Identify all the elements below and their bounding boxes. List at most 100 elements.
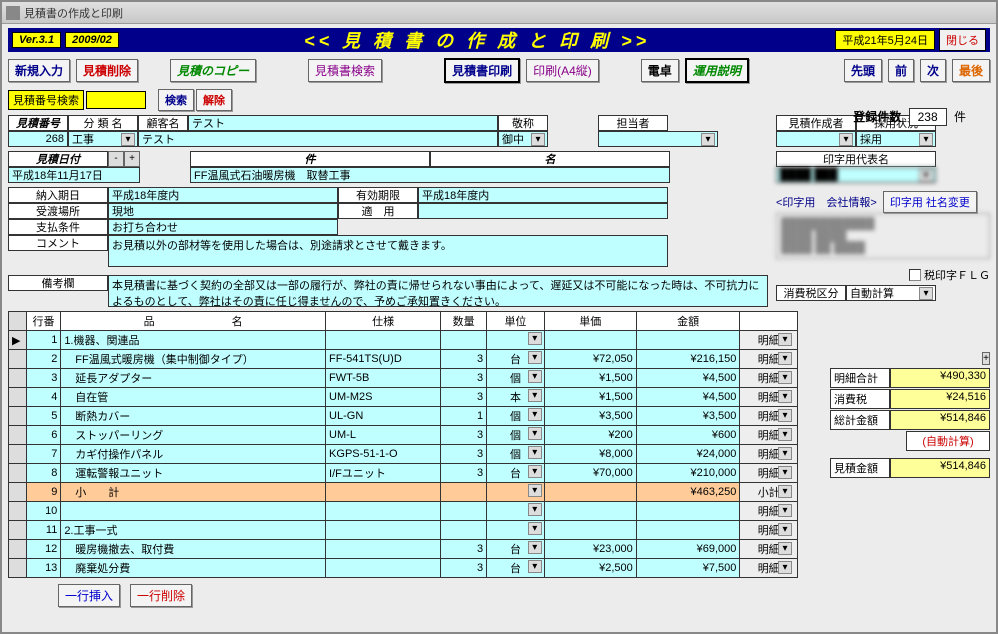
search-go-button[interactable]: 検索 [158, 89, 194, 111]
insert-row-button[interactable]: 一行挿入 [58, 584, 120, 607]
next-button[interactable]: 次 [920, 59, 946, 82]
col-price: 単価 [544, 312, 636, 331]
date-minus[interactable]: - [108, 151, 124, 167]
print-a4-button[interactable]: 印刷(A4縦) [526, 59, 599, 82]
delete-button[interactable]: 見積削除 [76, 59, 138, 82]
hdr-remarks: 備考欄 [8, 275, 108, 291]
table-row[interactable]: 3 延長アダプターFWT-5B3個¥1,500¥4,500明細 [9, 369, 798, 388]
titleh-field[interactable]: 御中 [498, 131, 548, 147]
version-label: Ver.3.1 [12, 32, 61, 48]
totals-panel: + 明細合計¥490,330 消費税¥24,516 総計金額¥514,846 (… [830, 352, 990, 479]
last-button[interactable]: 最後 [952, 59, 990, 82]
table-row[interactable]: 4 自在管UM-M2S3本¥1,500¥4,500明細 [9, 388, 798, 407]
hdr-estdate: 見積日付 [8, 151, 108, 167]
customer-field[interactable]: テスト [188, 115, 498, 131]
app-icon [6, 6, 20, 20]
hdr-category: 分 類 名 [68, 115, 138, 131]
table-row[interactable]: 10明細 [9, 502, 798, 521]
col-name: 品 名 [61, 312, 326, 331]
app-title: << 見 積 書 の 作 成 と 印 刷 >> [119, 27, 836, 53]
company-change-button[interactable]: 印字用 社名変更 [883, 191, 977, 213]
search-row: 見積番号検索 検索 解除 [8, 89, 990, 111]
hdr-apply: 適 用 [338, 203, 418, 219]
tax-flg-check[interactable]: 税印字ＦＬＧ [776, 267, 990, 283]
remarks-field[interactable]: 本見積書に基づく契約の全部又は一部の履行が、弊社の責に帰せられない事由によって、… [108, 275, 768, 307]
total-label: 総計金額 [830, 410, 890, 430]
tax-value: ¥24,516 [890, 389, 990, 409]
estdate-field[interactable]: 平成18年11月17日 [8, 167, 140, 183]
comment-field[interactable]: お見積以外の部材等を使用した場合は、別途請求とさせて戴きます。 [108, 235, 668, 267]
table-row[interactable]: 13 廃棄処分費3台¥2,500¥7,500明細 [9, 559, 798, 578]
table-row[interactable]: 8 運転警報ユニットI/Fユニット3台¥70,000¥210,000明細 [9, 464, 798, 483]
first-button[interactable]: 先頭 [844, 59, 882, 82]
delivery-field[interactable]: 平成18年度内 [108, 187, 338, 203]
author-field[interactable] [776, 131, 856, 147]
manual-button[interactable]: 運用説明 [685, 58, 749, 83]
table-row[interactable]: 9 小 計¥463,250小計 [9, 483, 798, 502]
hdr-comment: コメント [8, 235, 108, 251]
table-row[interactable]: 12 暖房機撤去、取付費3台¥23,000¥69,000明細 [9, 540, 798, 559]
today-date: 平成21年5月24日 [835, 30, 935, 50]
col-amount: 金額 [636, 312, 740, 331]
total-value: ¥514,846 [890, 410, 990, 430]
subject-field[interactable]: FF温風式石油暖房機 取替工事 [190, 167, 670, 183]
calc-button[interactable]: 電卓 [641, 59, 679, 82]
valid-field[interactable]: 平成18年度内 [418, 187, 668, 203]
hdr-place: 受渡場所 [8, 203, 108, 219]
search-clear-button[interactable]: 解除 [196, 89, 232, 111]
apply-field[interactable] [418, 203, 668, 219]
prev-button[interactable]: 前 [888, 59, 914, 82]
person-field[interactable] [598, 131, 718, 147]
estno-field[interactable]: 268 [8, 131, 68, 147]
hdr-titleh: 敬称 [498, 115, 548, 131]
company-info-box: ████████████████ ████████ ██ ████ [776, 213, 990, 259]
titlebar: 見積書の作成と印刷 [2, 2, 996, 24]
print-est-button[interactable]: 見積書印刷 [444, 58, 520, 83]
col-row: 行番 [26, 312, 61, 331]
close-button[interactable]: 閉じる [939, 29, 986, 51]
items-table: 行番 品 名 仕様 数量 単位 単価 金額 ▶11.機器、関連品明細2 FF温風… [8, 311, 798, 578]
date-plus[interactable]: + [124, 151, 140, 167]
hdr-payment: 支払条件 [8, 219, 108, 235]
table-row[interactable]: 5 断熱カバーUL-GN1個¥3,500¥3,500明細 [9, 407, 798, 426]
register-count: 登録件数 238 件 [853, 108, 966, 125]
hdr-customer: 顧客名 [138, 115, 188, 131]
tax-class-label: 消費税区分 [776, 285, 846, 301]
search-est-button[interactable]: 見積書検索 [308, 59, 382, 82]
header-bar: Ver.3.1 2009/02 << 見 積 書 の 作 成 と 印 刷 >> … [8, 28, 990, 52]
company-info-label: <印字用 会社情報> [776, 194, 877, 210]
hdr-delivery: 納入期日 [8, 187, 108, 203]
table-row[interactable]: ▶11.機器、関連品明細 [9, 331, 798, 350]
col-unit: 単位 [487, 312, 545, 331]
hdr-name: 名 [430, 151, 670, 167]
subtotal-label: 明細合計 [830, 368, 890, 388]
hdr-valid: 有効期限 [338, 187, 418, 203]
payment-field[interactable]: お打ち合わせ [108, 219, 338, 235]
printname-field[interactable]: ████ ███ [776, 167, 936, 183]
place-field[interactable]: 現地 [108, 203, 338, 219]
toolbar: 新規入力 見積削除 見積のコピー 見積書検索 見積書印刷 印刷(A4縦) 電卓 … [8, 58, 990, 83]
hdr-author: 見積作成者 [776, 115, 856, 131]
search-input[interactable] [86, 91, 146, 109]
hdr-estno: 見積番号 [8, 115, 68, 131]
table-row[interactable]: 7 カギ付操作パネルKGPS-51-1-O3個¥8,000¥24,000明細 [9, 445, 798, 464]
copy-button[interactable]: 見積のコピー [170, 59, 256, 82]
app-window: 見積書の作成と印刷 Ver.3.1 2009/02 << 見 積 書 の 作 成… [0, 0, 998, 634]
table-row[interactable]: 6 ストッパーリングUM-L3個¥200¥600明細 [9, 426, 798, 445]
customer2-field[interactable]: テスト [138, 131, 498, 147]
new-button[interactable]: 新規入力 [8, 59, 70, 82]
version-date: 2009/02 [65, 32, 119, 48]
delete-row-button[interactable]: 一行削除 [130, 584, 192, 607]
checkbox-icon[interactable] [909, 269, 921, 281]
status-field[interactable]: 採用 [856, 131, 936, 147]
table-row[interactable]: 2 FF温風式暖房機（集中制御タイプ）FF-541TS(U)D3台¥72,050… [9, 350, 798, 369]
category-field[interactable]: 工事 [68, 131, 138, 147]
col-spec: 仕様 [326, 312, 441, 331]
tax-class-field[interactable]: 自動計算 [846, 285, 936, 301]
count-value: 238 [909, 108, 947, 126]
totals-plus[interactable]: + [982, 352, 990, 365]
window-title: 見積書の作成と印刷 [24, 5, 123, 21]
auto-calc-label: (自動計算) [906, 431, 990, 451]
col-qty: 数量 [441, 312, 487, 331]
table-row[interactable]: 112.工事一式明細 [9, 521, 798, 540]
